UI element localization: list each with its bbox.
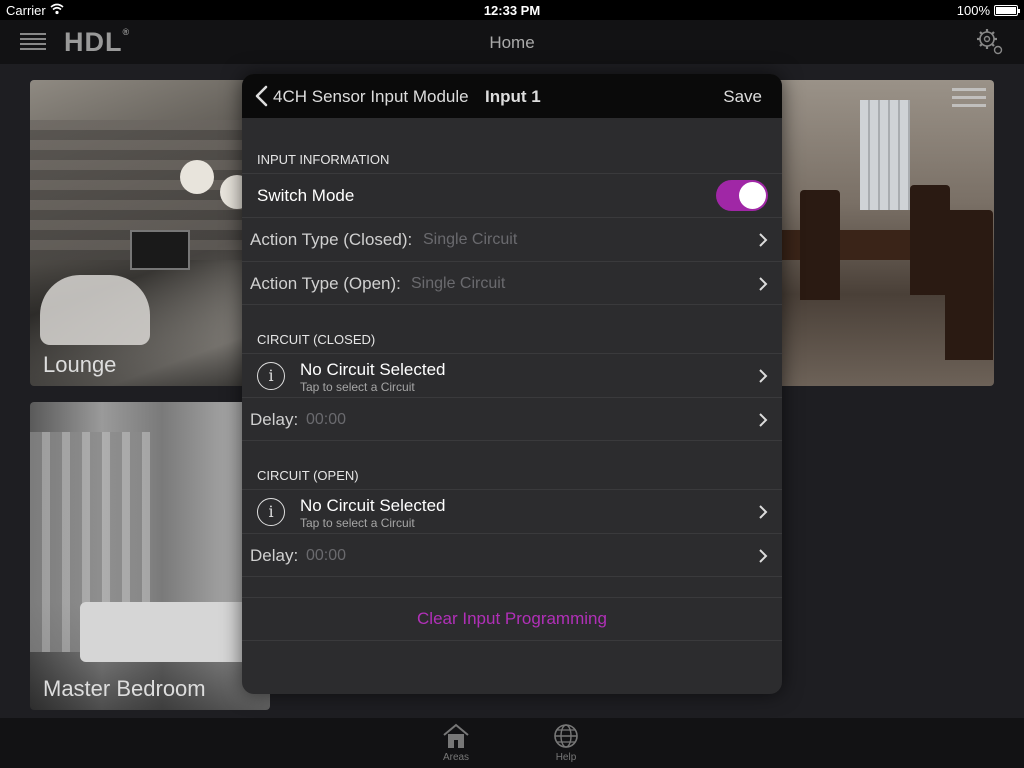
dining-chair-image [945, 210, 993, 360]
circuit-subtitle: Tap to select a Circuit [300, 516, 415, 530]
tv-image [130, 230, 190, 270]
chevron-right-icon [759, 233, 768, 247]
circuit-title: No Circuit Selected [300, 496, 446, 515]
section-header-input-information: INPUT INFORMATION [257, 152, 390, 167]
tab-areas[interactable]: Areas [426, 722, 486, 763]
action-type-open-row[interactable]: Action Type (Open): Single Circuit [242, 261, 782, 305]
delay-label: Delay: [250, 546, 299, 565]
action-type-open-label: Action Type (Open): [250, 274, 401, 293]
status-time: 12:33 PM [483, 3, 541, 18]
app-navbar: HDL® Home [0, 20, 1024, 64]
hamburger-menu-icon[interactable] [952, 88, 986, 112]
circuit-open-select-row[interactable]: i No Circuit Selected Tap to select a Ci… [242, 489, 782, 533]
info-icon: i [257, 498, 285, 526]
switch-mode-row: Switch Mode [242, 173, 782, 217]
section-header-circuit-open: CIRCUIT (OPEN) [257, 468, 359, 483]
area-tile-dining[interactable] [770, 80, 994, 386]
area-label: Lounge [43, 352, 117, 377]
action-type-closed-label: Action Type (Closed): [250, 230, 413, 249]
area-tile-master-bedroom[interactable]: Master Bedroom [30, 402, 270, 710]
chevron-right-icon [759, 277, 768, 291]
clear-input-programming-button[interactable]: Clear Input Programming [242, 597, 782, 641]
area-tile-lounge[interactable]: Lounge [30, 80, 270, 386]
circuit-subtitle: Tap to select a Circuit [300, 380, 415, 394]
save-button[interactable]: Save [723, 87, 762, 107]
circuit-closed-select-row[interactable]: i No Circuit Selected Tap to select a Ci… [242, 353, 782, 397]
chevron-right-icon [759, 505, 768, 519]
action-type-closed-row[interactable]: Action Type (Closed): Single Circuit [242, 217, 782, 261]
battery-percent: 100% [956, 3, 990, 18]
area-label: Master Bedroom [43, 676, 206, 701]
back-button[interactable]: 4CH Sensor Input Module [273, 87, 469, 107]
chevron-left-icon[interactable] [254, 85, 270, 107]
delay-value: 00:00 [306, 411, 347, 428]
circuit-open-delay-row[interactable]: Delay: 00:00 [242, 533, 782, 577]
glass-block-window-image [860, 100, 910, 210]
armchair-image [40, 275, 150, 345]
page-title: Home [489, 33, 535, 52]
tab-bar: Areas Help [0, 718, 1024, 768]
action-type-open-value: Single Circuit [411, 275, 506, 292]
switch-mode-toggle[interactable] [716, 180, 768, 211]
chevron-right-icon [759, 549, 768, 563]
circuit-closed-delay-row[interactable]: Delay: 00:00 [242, 397, 782, 441]
modal-header: 4CH Sensor Input Module Input 1 Save [242, 74, 782, 118]
chevron-right-icon [759, 413, 768, 427]
pendant-lamp-image [180, 160, 214, 194]
circuit-title: No Circuit Selected [300, 360, 446, 379]
tab-label: Areas [442, 752, 470, 763]
tab-help[interactable]: Help [536, 722, 596, 763]
tab-label: Help [555, 752, 577, 763]
dining-chair-image [800, 190, 840, 300]
settings-gear-icon[interactable] [974, 26, 1006, 58]
delay-label: Delay: [250, 410, 299, 429]
globe-icon [554, 724, 578, 748]
info-icon: i [257, 362, 285, 390]
dining-chair-image [910, 185, 950, 295]
battery-icon [994, 5, 1020, 16]
switch-mode-label: Switch Mode [257, 186, 355, 205]
modal-title: Input 1 [485, 87, 541, 106]
action-type-closed-value: Single Circuit [423, 231, 518, 248]
delay-value: 00:00 [306, 547, 347, 564]
house-icon [443, 723, 469, 748]
status-bar: Carrier 12:33 PM 100% [0, 0, 1024, 20]
section-header-circuit-closed: CIRCUIT (CLOSED) [257, 332, 376, 347]
chevron-right-icon [759, 369, 768, 383]
input-settings-modal: 4CH Sensor Input Module Input 1 Save INP… [242, 74, 782, 694]
